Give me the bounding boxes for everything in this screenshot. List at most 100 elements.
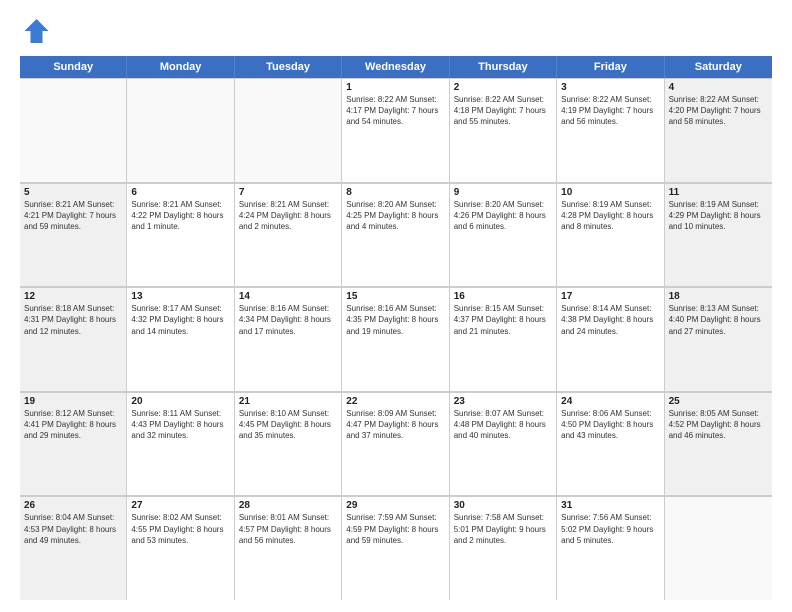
day-number: 3 xyxy=(561,82,659,93)
day-number: 19 xyxy=(24,396,122,407)
day-number: 11 xyxy=(669,187,768,198)
day-info: Sunrise: 8:22 AM Sunset: 4:18 PM Dayligh… xyxy=(454,94,552,128)
day-number: 6 xyxy=(131,187,229,198)
day-info: Sunrise: 8:21 AM Sunset: 4:22 PM Dayligh… xyxy=(131,199,229,233)
calendar-cell xyxy=(127,78,234,182)
day-info: Sunrise: 7:58 AM Sunset: 5:01 PM Dayligh… xyxy=(454,512,552,546)
day-number: 24 xyxy=(561,396,659,407)
calendar-cell: 17Sunrise: 8:14 AM Sunset: 4:38 PM Dayli… xyxy=(557,287,664,391)
calendar-week: 19Sunrise: 8:12 AM Sunset: 4:41 PM Dayli… xyxy=(20,392,772,497)
day-info: Sunrise: 8:16 AM Sunset: 4:35 PM Dayligh… xyxy=(346,303,444,337)
day-info: Sunrise: 8:06 AM Sunset: 4:50 PM Dayligh… xyxy=(561,408,659,442)
calendar-header-cell: Wednesday xyxy=(342,56,449,78)
calendar-cell xyxy=(665,496,772,600)
day-number: 7 xyxy=(239,187,337,198)
calendar-cell: 1Sunrise: 8:22 AM Sunset: 4:17 PM Daylig… xyxy=(342,78,449,182)
day-info: Sunrise: 8:22 AM Sunset: 4:17 PM Dayligh… xyxy=(346,94,444,128)
calendar-cell: 30Sunrise: 7:58 AM Sunset: 5:01 PM Dayli… xyxy=(450,496,557,600)
calendar-cell: 4Sunrise: 8:22 AM Sunset: 4:20 PM Daylig… xyxy=(665,78,772,182)
day-info: Sunrise: 8:21 AM Sunset: 4:24 PM Dayligh… xyxy=(239,199,337,233)
calendar-cell: 5Sunrise: 8:21 AM Sunset: 4:21 PM Daylig… xyxy=(20,183,127,287)
calendar-cell: 13Sunrise: 8:17 AM Sunset: 4:32 PM Dayli… xyxy=(127,287,234,391)
calendar-cell: 7Sunrise: 8:21 AM Sunset: 4:24 PM Daylig… xyxy=(235,183,342,287)
day-info: Sunrise: 8:14 AM Sunset: 4:38 PM Dayligh… xyxy=(561,303,659,337)
day-number: 15 xyxy=(346,291,444,302)
day-number: 20 xyxy=(131,396,229,407)
day-info: Sunrise: 8:01 AM Sunset: 4:57 PM Dayligh… xyxy=(239,512,337,546)
calendar-cell: 8Sunrise: 8:20 AM Sunset: 4:25 PM Daylig… xyxy=(342,183,449,287)
day-info: Sunrise: 8:12 AM Sunset: 4:41 PM Dayligh… xyxy=(24,408,122,442)
calendar-cell: 21Sunrise: 8:10 AM Sunset: 4:45 PM Dayli… xyxy=(235,392,342,496)
day-info: Sunrise: 8:22 AM Sunset: 4:20 PM Dayligh… xyxy=(669,94,768,128)
calendar-header-cell: Tuesday xyxy=(235,56,342,78)
day-number: 18 xyxy=(669,291,768,302)
day-number: 27 xyxy=(131,500,229,511)
calendar-cell xyxy=(20,78,127,182)
calendar-cell: 10Sunrise: 8:19 AM Sunset: 4:28 PM Dayli… xyxy=(557,183,664,287)
calendar-cell: 12Sunrise: 8:18 AM Sunset: 4:31 PM Dayli… xyxy=(20,287,127,391)
day-number: 25 xyxy=(669,396,768,407)
day-number: 22 xyxy=(346,396,444,407)
calendar-header-cell: Saturday xyxy=(665,56,772,78)
calendar-cell: 14Sunrise: 8:16 AM Sunset: 4:34 PM Dayli… xyxy=(235,287,342,391)
day-info: Sunrise: 8:10 AM Sunset: 4:45 PM Dayligh… xyxy=(239,408,337,442)
calendar-header-cell: Friday xyxy=(557,56,664,78)
day-number: 8 xyxy=(346,187,444,198)
day-info: Sunrise: 8:16 AM Sunset: 4:34 PM Dayligh… xyxy=(239,303,337,337)
day-info: Sunrise: 8:21 AM Sunset: 4:21 PM Dayligh… xyxy=(24,199,122,233)
day-info: Sunrise: 7:56 AM Sunset: 5:02 PM Dayligh… xyxy=(561,512,659,546)
calendar-cell: 29Sunrise: 7:59 AM Sunset: 4:59 PM Dayli… xyxy=(342,496,449,600)
calendar-cell: 31Sunrise: 7:56 AM Sunset: 5:02 PM Dayli… xyxy=(557,496,664,600)
calendar-week: 5Sunrise: 8:21 AM Sunset: 4:21 PM Daylig… xyxy=(20,183,772,288)
calendar-cell: 2Sunrise: 8:22 AM Sunset: 4:18 PM Daylig… xyxy=(450,78,557,182)
calendar-cell: 3Sunrise: 8:22 AM Sunset: 4:19 PM Daylig… xyxy=(557,78,664,182)
calendar: SundayMondayTuesdayWednesdayThursdayFrid… xyxy=(20,56,772,600)
day-number: 23 xyxy=(454,396,552,407)
day-info: Sunrise: 8:19 AM Sunset: 4:29 PM Dayligh… xyxy=(669,199,768,233)
calendar-cell: 15Sunrise: 8:16 AM Sunset: 4:35 PM Dayli… xyxy=(342,287,449,391)
calendar-header-cell: Sunday xyxy=(20,56,127,78)
day-number: 5 xyxy=(24,187,122,198)
day-info: Sunrise: 8:09 AM Sunset: 4:47 PM Dayligh… xyxy=(346,408,444,442)
day-number: 30 xyxy=(454,500,552,511)
calendar-cell: 26Sunrise: 8:04 AM Sunset: 4:53 PM Dayli… xyxy=(20,496,127,600)
calendar-cell: 11Sunrise: 8:19 AM Sunset: 4:29 PM Dayli… xyxy=(665,183,772,287)
header xyxy=(20,16,772,46)
day-info: Sunrise: 8:11 AM Sunset: 4:43 PM Dayligh… xyxy=(131,408,229,442)
day-number: 12 xyxy=(24,291,122,302)
day-number: 31 xyxy=(561,500,659,511)
calendar-header-cell: Thursday xyxy=(450,56,557,78)
calendar-body: 1Sunrise: 8:22 AM Sunset: 4:17 PM Daylig… xyxy=(20,78,772,600)
day-info: Sunrise: 8:07 AM Sunset: 4:48 PM Dayligh… xyxy=(454,408,552,442)
calendar-cell: 24Sunrise: 8:06 AM Sunset: 4:50 PM Dayli… xyxy=(557,392,664,496)
calendar-cell: 25Sunrise: 8:05 AM Sunset: 4:52 PM Dayli… xyxy=(665,392,772,496)
day-info: Sunrise: 8:18 AM Sunset: 4:31 PM Dayligh… xyxy=(24,303,122,337)
day-info: Sunrise: 8:19 AM Sunset: 4:28 PM Dayligh… xyxy=(561,199,659,233)
logo-icon xyxy=(20,16,50,46)
day-number: 17 xyxy=(561,291,659,302)
day-number: 2 xyxy=(454,82,552,93)
day-info: Sunrise: 8:15 AM Sunset: 4:37 PM Dayligh… xyxy=(454,303,552,337)
day-number: 13 xyxy=(131,291,229,302)
day-number: 21 xyxy=(239,396,337,407)
day-number: 16 xyxy=(454,291,552,302)
day-number: 4 xyxy=(669,82,768,93)
day-number: 10 xyxy=(561,187,659,198)
calendar-cell: 20Sunrise: 8:11 AM Sunset: 4:43 PM Dayli… xyxy=(127,392,234,496)
day-info: Sunrise: 7:59 AM Sunset: 4:59 PM Dayligh… xyxy=(346,512,444,546)
calendar-cell xyxy=(235,78,342,182)
calendar-cell: 6Sunrise: 8:21 AM Sunset: 4:22 PM Daylig… xyxy=(127,183,234,287)
day-number: 29 xyxy=(346,500,444,511)
day-info: Sunrise: 8:05 AM Sunset: 4:52 PM Dayligh… xyxy=(669,408,768,442)
day-info: Sunrise: 8:20 AM Sunset: 4:26 PM Dayligh… xyxy=(454,199,552,233)
logo xyxy=(20,16,54,46)
day-info: Sunrise: 8:13 AM Sunset: 4:40 PM Dayligh… xyxy=(669,303,768,337)
calendar-cell: 23Sunrise: 8:07 AM Sunset: 4:48 PM Dayli… xyxy=(450,392,557,496)
day-number: 14 xyxy=(239,291,337,302)
calendar-cell: 16Sunrise: 8:15 AM Sunset: 4:37 PM Dayli… xyxy=(450,287,557,391)
day-number: 28 xyxy=(239,500,337,511)
day-info: Sunrise: 8:17 AM Sunset: 4:32 PM Dayligh… xyxy=(131,303,229,337)
calendar-cell: 19Sunrise: 8:12 AM Sunset: 4:41 PM Dayli… xyxy=(20,392,127,496)
day-info: Sunrise: 8:04 AM Sunset: 4:53 PM Dayligh… xyxy=(24,512,122,546)
page: SundayMondayTuesdayWednesdayThursdayFrid… xyxy=(0,0,792,612)
